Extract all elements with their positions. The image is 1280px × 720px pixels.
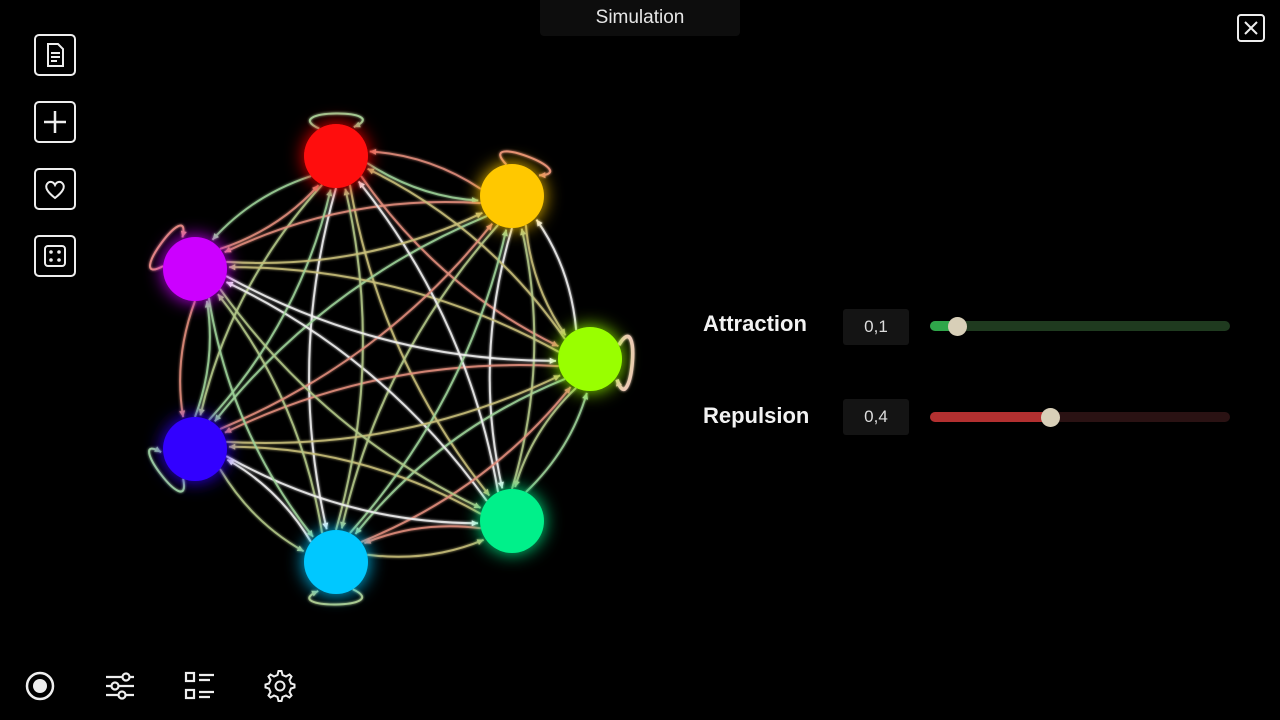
edge-lime-to-magenta-arrowhead: [228, 264, 236, 271]
node-cyan[interactable]: [304, 530, 368, 594]
edge-red-to-cyan: [308, 187, 337, 530]
attraction-slider[interactable]: [930, 317, 1230, 336]
repulsion-slider-thumb[interactable]: [1041, 408, 1060, 427]
repulsion-label: Repulsion: [703, 403, 810, 428]
list-icon: [184, 671, 214, 700]
edge-blue-to-green-arrowhead: [471, 520, 479, 527]
edge-yellow-to-lime: [524, 224, 567, 336]
sliders-icon: [106, 672, 134, 700]
edge-yellow-to-red: [369, 150, 482, 190]
attraction-value[interactable]: 0,1: [843, 309, 909, 345]
attraction-label: Attraction: [703, 311, 807, 336]
repulsion-value[interactable]: 0,4: [843, 399, 909, 435]
repulsion-slider[interactable]: [930, 408, 1230, 427]
edge-blue-to-magenta: [194, 300, 211, 418]
node-yellow[interactable]: [480, 164, 544, 228]
node-blue[interactable]: [163, 417, 227, 481]
edge-cyan-to-green: [367, 538, 485, 558]
attraction-slider-thumb[interactable]: [948, 317, 967, 336]
edge-blue-to-cyan: [219, 468, 305, 553]
record-icon: [25, 671, 55, 701]
graph-nodes: [163, 124, 622, 594]
edge-yellow-to-blue: [213, 215, 488, 422]
edge-green-to-cyan: [363, 525, 481, 545]
record-button[interactable]: [22, 668, 58, 704]
gear-icon: [264, 670, 296, 702]
node-green[interactable]: [480, 489, 544, 553]
edge-red-to-green: [348, 184, 491, 497]
edge-green-to-blue-arrowhead: [228, 443, 236, 450]
parameters-button[interactable]: [102, 668, 138, 704]
self-loop-yellow-arrowhead: [539, 172, 546, 179]
repulsion-slider-fill: [930, 412, 1050, 422]
edge-lime-to-yellow: [535, 219, 578, 331]
edge-magenta-to-blue: [179, 300, 196, 418]
settings-button[interactable]: [262, 668, 298, 704]
edge-magenta-to-lime-arrowhead: [549, 357, 557, 364]
node-lime[interactable]: [558, 327, 622, 391]
edge-magenta-to-lime: [225, 275, 557, 362]
node-red[interactable]: [304, 124, 368, 188]
edge-yellow-to-red-arrowhead: [369, 148, 377, 155]
particle-graph: [148, 112, 635, 606]
edge-red-to-yellow: [366, 162, 479, 202]
list-button[interactable]: [182, 668, 218, 704]
node-magenta[interactable]: [163, 237, 227, 301]
